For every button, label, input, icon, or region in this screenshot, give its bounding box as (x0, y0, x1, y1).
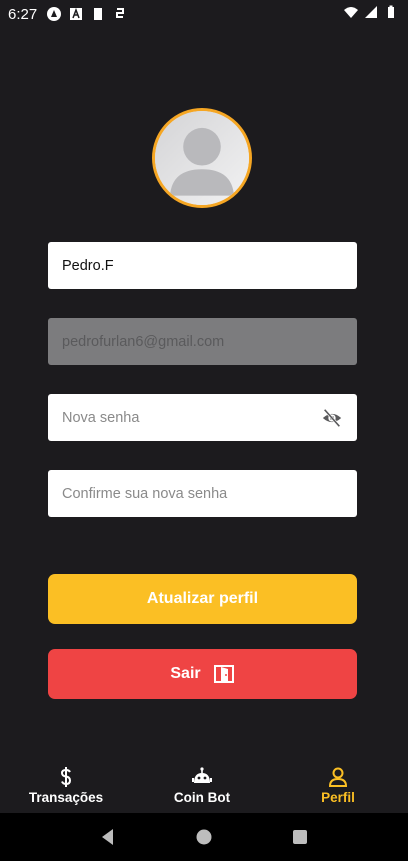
user-placeholder-icon (155, 111, 249, 205)
confirm-password-placeholder: Confirme sua nova senha (62, 485, 228, 502)
nav-item-perfil[interactable]: Perfil (278, 760, 398, 812)
new-password-placeholder: Nova senha (62, 409, 140, 426)
back-icon[interactable] (99, 828, 117, 846)
name-value: Pedro.F (62, 257, 114, 274)
email-value: pedrofurlan6@gmail.com (62, 333, 225, 350)
recents-icon[interactable] (291, 828, 309, 846)
update-profile-button[interactable]: Atualizar perfil (48, 574, 357, 624)
eye-off-icon[interactable] (321, 407, 343, 429)
status-system-icons (344, 5, 398, 19)
nav-item-transacoes[interactable]: Transações (6, 760, 126, 812)
robot-icon (192, 767, 212, 783)
wifi-icon (344, 7, 358, 18)
logout-label: Sair (170, 665, 201, 682)
name-field[interactable]: Pedro.F (48, 242, 357, 289)
signal-icon (365, 6, 377, 18)
logout-button[interactable]: Sair (48, 649, 357, 699)
email-field: pedrofurlan6@gmail.com (48, 318, 357, 365)
update-profile-label: Atualizar perfil (146, 590, 259, 607)
nav-label-perfil: Perfil (321, 790, 355, 805)
person-icon (328, 767, 348, 787)
nav-item-coin-bot[interactable]: Coin Bot (142, 760, 262, 812)
profile-avatar[interactable] (152, 108, 252, 208)
status-bar: 6:27 (0, 0, 408, 28)
battery-icon (388, 5, 394, 18)
nav-label-coin-bot: Coin Bot (173, 790, 231, 805)
dollar-icon (60, 767, 72, 787)
system-navigation-bar (0, 813, 408, 861)
sd-card-icon (94, 8, 103, 20)
confirm-password-field[interactable]: Confirme sua nova senha (48, 470, 357, 517)
status-time: 6:27 (8, 5, 38, 23)
status-notification-icons (47, 7, 127, 21)
home-icon[interactable] (195, 828, 213, 846)
android-auto-icon (47, 7, 62, 21)
door-exit-icon (213, 665, 234, 683)
font-a-icon (70, 7, 83, 20)
vpn-icon (116, 8, 125, 18)
new-password-field[interactable]: Nova senha (48, 394, 357, 441)
bottom-navigation: Transações Coin Bot Perfil (0, 760, 408, 812)
nav-label-transacoes: Transações (28, 790, 104, 805)
